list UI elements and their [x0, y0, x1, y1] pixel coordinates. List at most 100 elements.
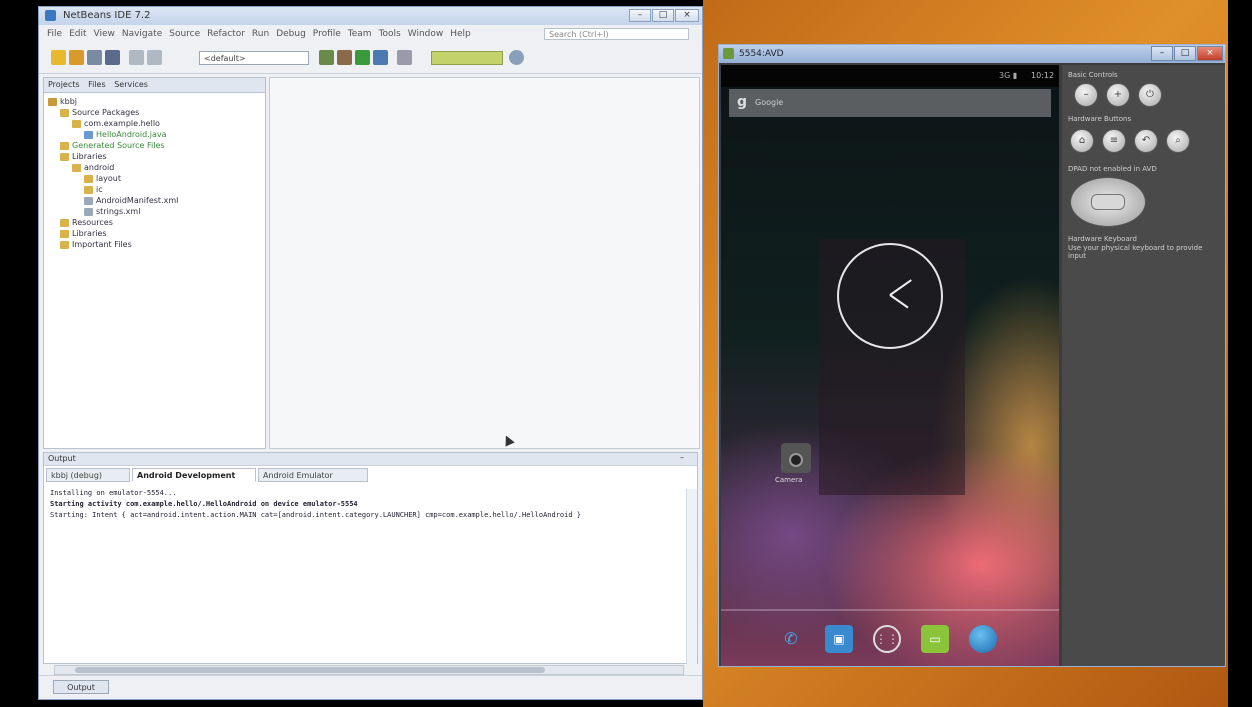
output-line: Starting: Intent { act=android.intent.ac… — [50, 511, 582, 519]
volume-up-icon[interactable]: + — [1106, 83, 1130, 107]
tree-node[interactable]: Libraries — [48, 151, 178, 162]
dpad-center-button[interactable] — [1091, 194, 1125, 210]
menu-navigate[interactable]: Navigate — [122, 29, 162, 39]
gc-icon[interactable] — [509, 50, 524, 65]
ide-title-bar[interactable]: NetBeans IDE 7.2 – □ × — [39, 7, 702, 25]
app-dock: ✆ ▣ ⋮⋮ ▭ — [721, 613, 1059, 666]
menu-edit[interactable]: Edit — [69, 29, 86, 39]
menu-debug[interactable]: Debug — [276, 29, 306, 39]
menu-refactor[interactable]: Refactor — [207, 29, 245, 39]
android-icon — [723, 48, 734, 59]
ide-title: NetBeans IDE 7.2 — [63, 10, 151, 21]
tree-node[interactable]: com.example.hello — [48, 118, 178, 129]
search-input[interactable]: Search (Ctrl+I) — [544, 28, 689, 40]
tree-node[interactable]: Generated Source Files — [48, 140, 178, 151]
contacts-icon[interactable]: ▣ — [825, 625, 853, 653]
menu-tools[interactable]: Tools — [379, 29, 401, 39]
menu-help[interactable]: Help — [450, 29, 471, 39]
output-panel: Output – kbbj (debug) Android Developmen… — [43, 452, 698, 675]
tab-projects[interactable]: Projects — [48, 80, 80, 89]
device-screen[interactable]: 3G ▮ 10:12 g Google Camera ✆ ▣ ⋮⋮ ▭ — [721, 65, 1059, 666]
menu-file[interactable]: File — [47, 29, 62, 39]
close-button[interactable]: × — [675, 9, 699, 22]
folder-icon — [60, 218, 69, 227]
messaging-icon[interactable]: ▭ — [921, 625, 949, 653]
tree-node[interactable]: AndroidManifest.xml — [48, 195, 178, 206]
editor-area[interactable] — [269, 77, 700, 449]
menu-bar: File Edit View Navigate Source Refactor Run Deb… — [39, 26, 702, 42]
tree-node[interactable]: ic — [48, 184, 178, 195]
signal-battery-icons: 3G ▮ — [999, 71, 1018, 80]
tab-debug[interactable]: kbbj (debug) — [46, 468, 130, 482]
build-icon[interactable] — [319, 50, 334, 65]
emulator-controls: Basic Controls – + ⏻ Hardware Buttons ⌂ … — [1062, 65, 1225, 666]
camera-app-icon[interactable] — [781, 443, 811, 473]
save-all-icon[interactable] — [105, 50, 120, 65]
volume-down-icon[interactable]: – — [1074, 83, 1098, 107]
maximize-button[interactable]: □ — [1174, 46, 1196, 61]
power-icon[interactable]: ⏻ — [1138, 83, 1162, 107]
tab-services[interactable]: Services — [114, 80, 148, 89]
redo-icon[interactable] — [147, 50, 162, 65]
menu-run[interactable]: Run — [252, 29, 269, 39]
minimize-button[interactable]: – — [1151, 46, 1173, 61]
vertical-scrollbar[interactable] — [686, 489, 697, 664]
tree-node[interactable]: Libraries — [48, 228, 178, 239]
browser-icon[interactable] — [969, 625, 997, 653]
analog-clock-widget[interactable] — [819, 239, 965, 495]
google-g-icon: g — [737, 94, 748, 110]
configuration-select[interactable]: <default> — [199, 51, 309, 65]
folder-icon — [84, 185, 93, 194]
scroll-thumb[interactable] — [75, 667, 545, 673]
close-button[interactable]: × — [1197, 46, 1223, 61]
output-header: Output – — [44, 453, 697, 466]
menu-team[interactable]: Team — [348, 29, 372, 39]
tree-node[interactable]: layout — [48, 173, 178, 184]
search-icon[interactable]: ⌕ — [1166, 129, 1190, 153]
debug-icon[interactable] — [373, 50, 388, 65]
emulator-title-bar[interactable]: 5554:AVD – □ × — [719, 45, 1225, 63]
output-window-button[interactable]: Output — [53, 680, 109, 694]
phone-icon[interactable]: ✆ — [777, 625, 805, 653]
tree-node[interactable]: android — [48, 162, 178, 173]
memory-gauge[interactable] — [431, 51, 503, 65]
tree-node[interactable]: HelloAndroid.java — [48, 129, 178, 140]
run-icon[interactable] — [355, 50, 370, 65]
tab-files[interactable]: Files — [88, 80, 106, 89]
folder-icon — [60, 141, 69, 150]
menu-view[interactable]: View — [94, 29, 115, 39]
menu-icon[interactable]: ≡ — [1102, 129, 1126, 153]
project-icon — [48, 97, 57, 106]
minimize-button[interactable]: – — [629, 9, 651, 22]
dpad-control[interactable] — [1070, 177, 1146, 227]
menu-window[interactable]: Window — [408, 29, 444, 39]
tree-node[interactable]: strings.xml — [48, 206, 178, 217]
menu-profile[interactable]: Profile — [313, 29, 341, 39]
tree-node[interactable]: Source Packages — [48, 107, 178, 118]
new-project-icon[interactable] — [69, 50, 84, 65]
clock-hour-hand — [889, 279, 912, 296]
netbeans-logo-icon — [45, 10, 56, 21]
new-file-icon[interactable] — [51, 50, 66, 65]
open-project-icon[interactable] — [87, 50, 102, 65]
horizontal-scrollbar[interactable] — [54, 665, 684, 675]
minimize-panel-icon[interactable]: – — [680, 453, 684, 462]
all-apps-icon[interactable]: ⋮⋮ — [873, 625, 901, 653]
tree-node[interactable]: Important Files — [48, 239, 178, 250]
output-line: Starting activity com.example.hello/.Hel… — [50, 500, 358, 508]
profile-icon[interactable] — [397, 50, 412, 65]
xml-file-icon — [84, 196, 93, 205]
menu-source[interactable]: Source — [169, 29, 200, 39]
google-search-bar[interactable]: g Google — [729, 89, 1051, 117]
tab-android-emulator[interactable]: Android Emulator — [258, 468, 368, 482]
package-icon — [72, 119, 81, 128]
tree-node[interactable]: Resources — [48, 217, 178, 228]
folder-icon — [60, 229, 69, 238]
back-icon[interactable]: ↶ — [1134, 129, 1158, 153]
tab-android-development[interactable]: Android Development — [132, 468, 256, 482]
tree-node[interactable]: kbbj — [48, 96, 178, 107]
maximize-button[interactable]: □ — [652, 9, 674, 22]
clean-build-icon[interactable] — [337, 50, 352, 65]
home-icon[interactable]: ⌂ — [1070, 129, 1094, 153]
undo-icon[interactable] — [129, 50, 144, 65]
